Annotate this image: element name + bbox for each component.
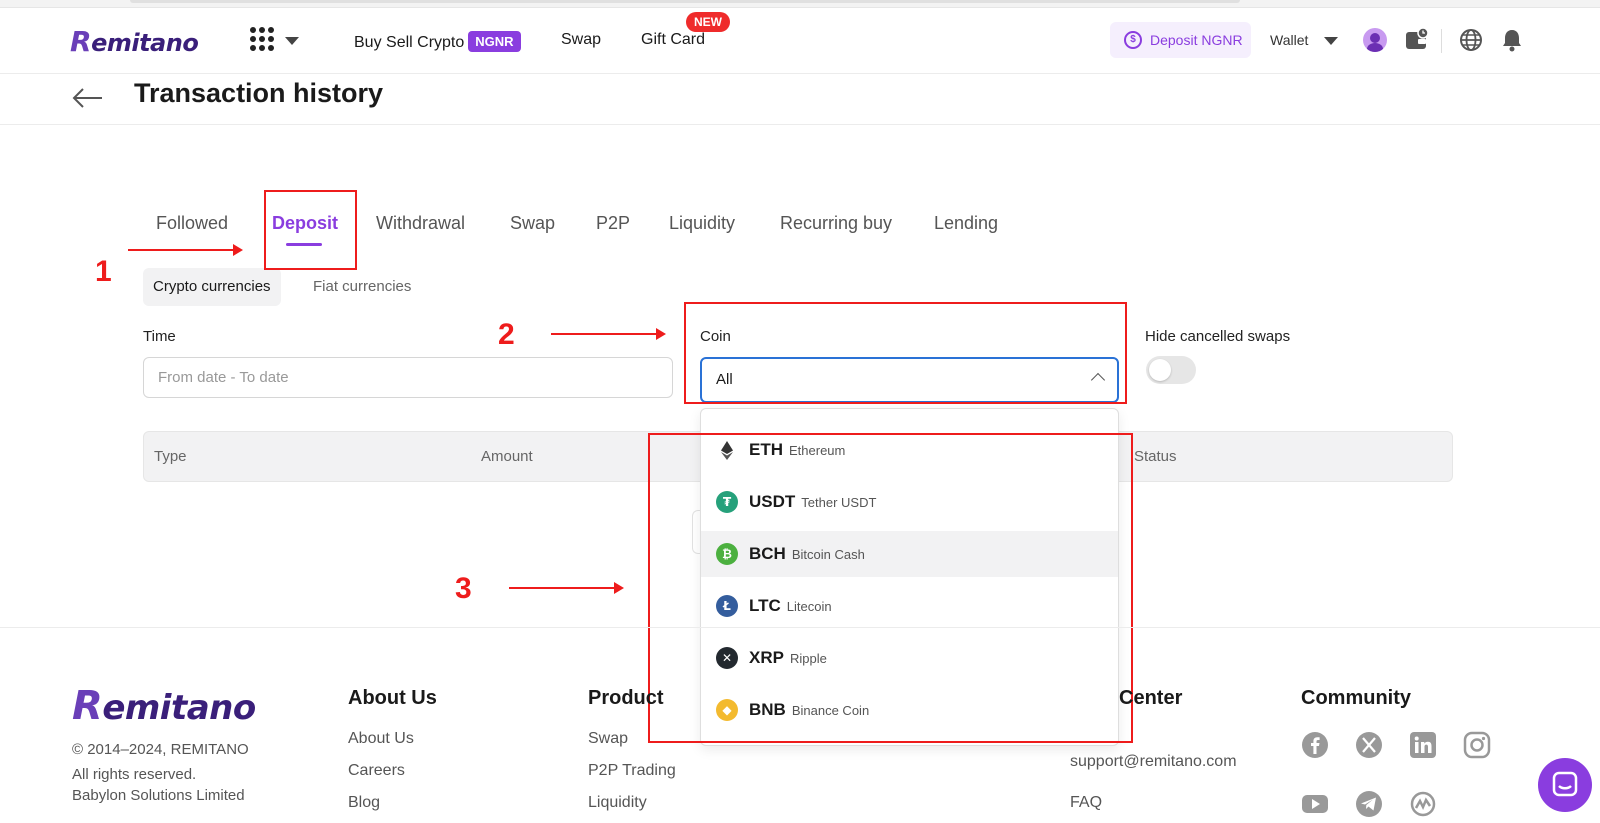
footer-divider	[0, 627, 1600, 628]
apps-grid-icon[interactable]	[250, 27, 274, 51]
apps-chevron-down-icon[interactable]	[285, 37, 299, 45]
subtab-fiat-currencies[interactable]: Fiat currencies	[303, 268, 421, 306]
facebook-icon[interactable]	[1301, 731, 1329, 759]
annotation-number-1: 1	[95, 255, 112, 288]
deposit-ngnr-button[interactable]: $ Deposit NGNR	[1110, 22, 1251, 58]
annotation-arrow-2	[551, 328, 666, 340]
ngnr-badge: NGNR	[468, 31, 521, 52]
nav-gift-card[interactable]: Gift Card	[641, 31, 705, 49]
footer-help-heading: Center	[1119, 687, 1183, 709]
footer-link-support-email[interactable]: support@remitano.com	[1070, 753, 1237, 771]
annotation-arrow-3	[509, 582, 624, 594]
title-bar: Transaction history	[0, 74, 1600, 125]
date-range-input[interactable]: From date - To date	[143, 357, 673, 398]
top-strip-line	[130, 0, 1240, 3]
tab-withdrawal[interactable]: Withdrawal	[376, 213, 465, 234]
linkedin-icon[interactable]	[1409, 731, 1437, 759]
page-title: Transaction history	[134, 78, 384, 108]
footer-rights: All rights reserved.	[72, 766, 197, 783]
back-arrow-icon[interactable]	[72, 87, 104, 109]
tab-swap[interactable]: Swap	[510, 213, 555, 234]
footer-logo-rest: emitano	[102, 688, 256, 728]
hide-cancelled-toggle[interactable]	[1146, 356, 1196, 384]
new-badge: NEW	[686, 12, 730, 32]
header-divider	[1441, 29, 1442, 53]
footer-link-p2p-trading[interactable]: P2P Trading	[588, 762, 676, 780]
avatar[interactable]	[1363, 28, 1387, 52]
globe-icon[interactable]	[1458, 27, 1484, 53]
footer-link-about-us[interactable]: About Us	[348, 730, 414, 748]
tab-lending[interactable]: Lending	[934, 213, 998, 234]
footer-link-blog[interactable]: Blog	[348, 794, 380, 812]
browser-top-strip	[0, 0, 1600, 8]
footer-copyright: © 2014–2024, REMITANO	[72, 741, 249, 758]
column-amount: Amount	[481, 448, 533, 465]
remitano-logo[interactable]: Remitano	[70, 25, 199, 58]
footer-link-faq[interactable]: FAQ	[1070, 794, 1102, 812]
nav-buy-sell-crypto[interactable]: Buy Sell Crypto NGNR	[354, 31, 521, 52]
column-status: Status	[1134, 448, 1177, 465]
chat-icon	[1552, 771, 1578, 797]
tab-p2p[interactable]: P2P	[596, 213, 630, 234]
chat-support-button[interactable]	[1538, 758, 1592, 812]
wallet-menu[interactable]: Wallet	[1270, 32, 1308, 48]
toggle-knob	[1149, 359, 1171, 381]
nav-swap[interactable]: Swap	[561, 31, 601, 49]
footer-link-swap[interactable]: Swap	[588, 730, 628, 748]
footer-community-heading: Community	[1301, 687, 1411, 709]
subtab-crypto-currencies[interactable]: Crypto currencies	[143, 268, 281, 306]
footer-logo[interactable]: Remitano	[72, 683, 256, 729]
bell-icon[interactable]	[1499, 27, 1525, 53]
tab-recurring-buy[interactable]: Recurring buy	[780, 213, 892, 234]
footer-product-heading: Product	[588, 687, 664, 709]
hide-cancelled-label: Hide cancelled swaps	[1145, 328, 1291, 345]
footer-about-heading: About Us	[348, 687, 437, 709]
instagram-icon[interactable]	[1463, 731, 1491, 759]
tab-followed[interactable]: Followed	[156, 213, 228, 234]
deposit-coin-icon: $	[1124, 31, 1142, 49]
wallet-chevron-down-icon[interactable]	[1324, 37, 1338, 45]
coinmarketcap-icon[interactable]	[1409, 790, 1437, 818]
footer-company: Babylon Solutions Limited	[72, 787, 245, 804]
wallet-icon[interactable]	[1404, 27, 1430, 53]
x-twitter-icon[interactable]	[1355, 731, 1383, 759]
footer-link-careers[interactable]: Careers	[348, 762, 405, 780]
tab-liquidity[interactable]: Liquidity	[669, 213, 735, 234]
annotation-box-deposit-tab	[264, 190, 357, 270]
annotation-number-3: 3	[455, 572, 472, 605]
deposit-ngnr-label: Deposit NGNR	[1150, 32, 1243, 48]
annotation-arrow-1	[128, 244, 243, 256]
youtube-icon[interactable]	[1301, 790, 1329, 818]
telegram-icon[interactable]	[1355, 790, 1383, 818]
top-header: Remitano Buy Sell Crypto NGNR Swap Gift C…	[0, 9, 1600, 74]
footer-link-liquidity[interactable]: Liquidity	[588, 794, 647, 812]
time-label: Time	[143, 328, 176, 345]
annotation-number-2: 2	[498, 318, 515, 351]
annotation-box-coin-select	[684, 302, 1127, 404]
annotation-box-coin-list	[648, 433, 1133, 743]
nav-buy-sell-label: Buy Sell Crypto	[354, 34, 465, 51]
logo-rest: emitano	[91, 29, 199, 57]
column-type: Type	[154, 448, 187, 465]
